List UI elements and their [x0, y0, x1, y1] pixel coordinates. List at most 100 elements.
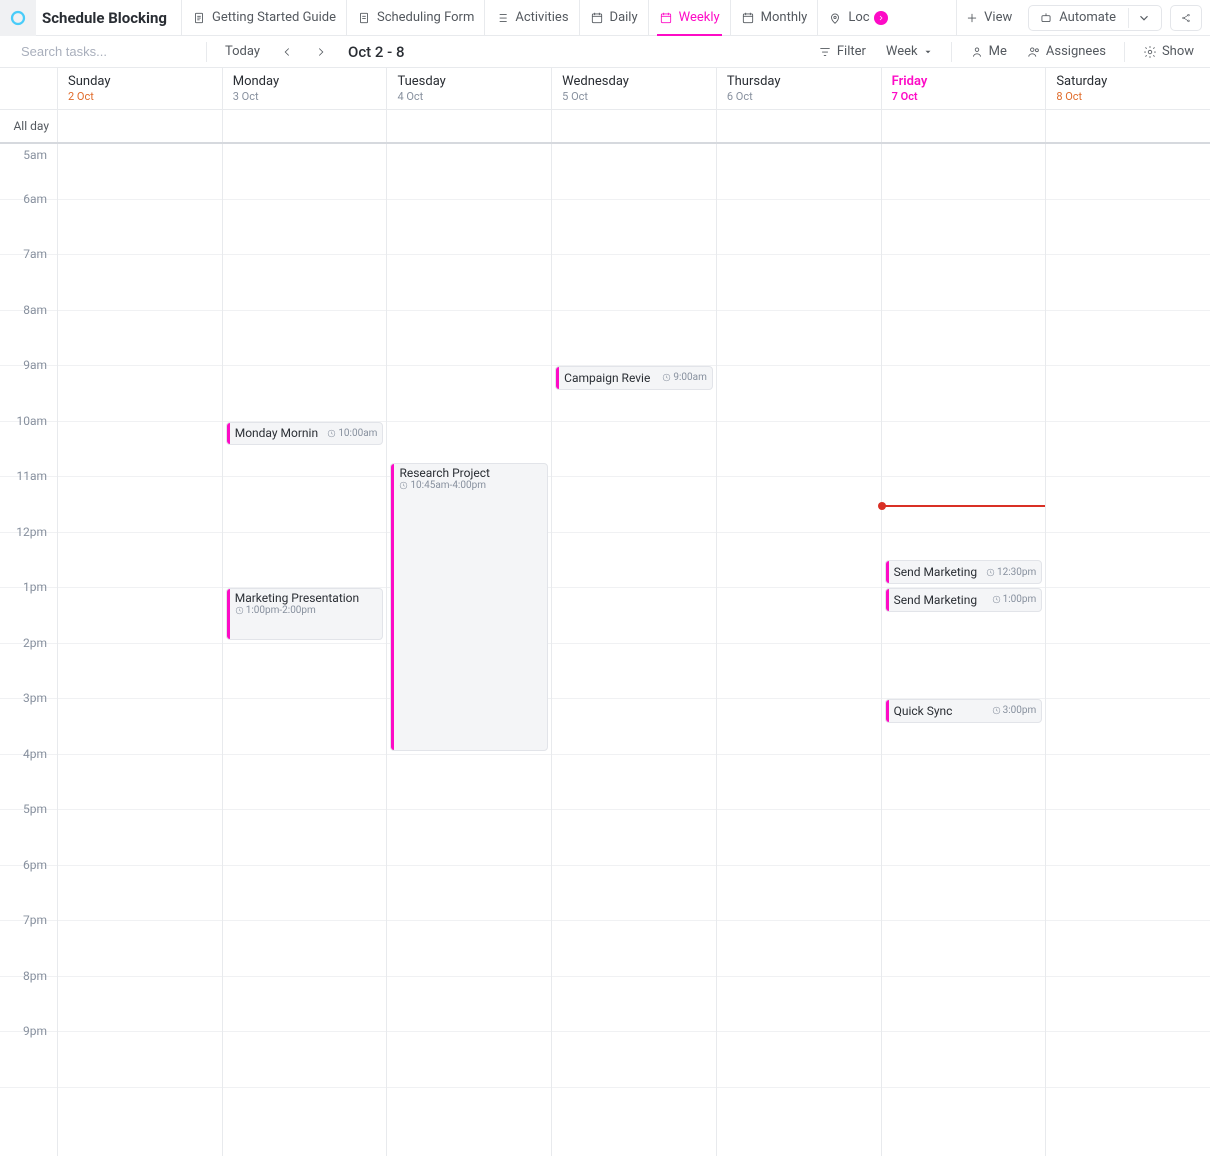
- app-logo[interactable]: [0, 0, 36, 36]
- next-button[interactable]: [306, 41, 336, 63]
- event-title: Research Project: [399, 466, 542, 480]
- prev-button[interactable]: [272, 41, 302, 63]
- day-header-row: Sunday2 OctMonday3 OctTuesday4 OctWednes…: [0, 68, 1210, 110]
- assignees-button[interactable]: Assignees: [1019, 40, 1114, 63]
- hour-label: 12pm: [0, 525, 57, 580]
- event-time: 12:30pm: [986, 567, 1036, 578]
- tab-label: Scheduling Form: [377, 10, 474, 25]
- day-column[interactable]: Research Project10:45am-4:00pm: [386, 144, 551, 1156]
- day-header[interactable]: Saturday8 Oct: [1045, 68, 1210, 109]
- caret-down-icon: [923, 47, 933, 57]
- day-header[interactable]: Wednesday5 Oct: [551, 68, 716, 109]
- hour-label: 4pm: [0, 747, 57, 802]
- day-name: Monday: [233, 74, 377, 89]
- day-header[interactable]: Tuesday4 Oct: [386, 68, 551, 109]
- hour-label: 7pm: [0, 913, 57, 968]
- share-button[interactable]: [1170, 5, 1202, 31]
- list-icon: [495, 11, 509, 25]
- tab-scheduling-form[interactable]: Scheduling Form: [346, 0, 484, 36]
- day-column[interactable]: [57, 144, 222, 1156]
- tab-getting-started-guide[interactable]: Getting Started Guide: [181, 0, 346, 36]
- hour-label: 5pm: [0, 802, 57, 857]
- day-date: 3 Oct: [233, 90, 377, 103]
- allday-cell[interactable]: [1045, 110, 1210, 142]
- hour-label: 8am: [0, 303, 57, 358]
- cal-icon: [590, 11, 604, 25]
- day-header[interactable]: Monday3 Oct: [222, 68, 387, 109]
- cal-icon: [741, 11, 755, 25]
- tab-daily[interactable]: Daily: [579, 0, 648, 36]
- allday-cell[interactable]: [551, 110, 716, 142]
- view-tabs: Getting Started Guide Scheduling Form Acti…: [181, 0, 956, 36]
- automate-button[interactable]: Automate: [1028, 5, 1162, 31]
- form-icon: [357, 11, 371, 25]
- calendar-event[interactable]: Quick Sync3:00pm: [885, 699, 1043, 723]
- hour-label: 3pm: [0, 691, 57, 746]
- doc-icon: [192, 11, 206, 25]
- day-column[interactable]: [1045, 144, 1210, 1156]
- hour-label: 9pm: [0, 1024, 57, 1079]
- filter-button[interactable]: Filter: [810, 40, 874, 63]
- calendar-grid[interactable]: 5am6am7am8am9am10am11am12pm1pm2pm3pm4pm5…: [0, 144, 1210, 1156]
- date-range: Oct 2 - 8: [348, 43, 405, 61]
- day-name: Thursday: [727, 74, 871, 89]
- calendar-event[interactable]: Send Marketing1:00pm: [885, 588, 1043, 612]
- search-tasks[interactable]: [8, 40, 196, 63]
- allday-cell[interactable]: [222, 110, 387, 142]
- automate-label: Automate: [1059, 10, 1116, 25]
- allday-cell[interactable]: [716, 110, 881, 142]
- day-header[interactable]: Friday7 Oct: [881, 68, 1046, 109]
- event-title: Monday Mornin: [235, 426, 318, 440]
- day-name: Sunday: [68, 74, 212, 89]
- day-column[interactable]: Monday Mornin10:00am Marketing Presentati…: [222, 144, 387, 1156]
- allday-cell[interactable]: [881, 110, 1046, 142]
- day-date: 8 Oct: [1056, 90, 1200, 103]
- tab-loc[interactable]: Loc: [817, 0, 897, 36]
- person-icon: [970, 45, 984, 59]
- day-header[interactable]: Sunday2 Oct: [57, 68, 222, 109]
- today-button[interactable]: Today: [217, 40, 268, 63]
- calendar-event[interactable]: Send Marketing12:30pm: [885, 560, 1043, 584]
- day-column[interactable]: [716, 144, 881, 1156]
- hour-label: 5am: [0, 144, 57, 199]
- tab-monthly[interactable]: Monthly: [730, 0, 818, 36]
- day-column[interactable]: Campaign Revie9:00am: [551, 144, 716, 1156]
- allday-cell[interactable]: [57, 110, 222, 142]
- day-column[interactable]: Send Marketing12:30pm Send Marketing1:00p…: [881, 144, 1046, 1156]
- tab-label: Weekly: [679, 10, 720, 25]
- day-name: Wednesday: [562, 74, 706, 89]
- day-date: 6 Oct: [727, 90, 871, 103]
- calendar-event[interactable]: Monday Mornin10:00am: [226, 422, 384, 446]
- day-date: 5 Oct: [562, 90, 706, 103]
- now-indicator: [882, 505, 1046, 507]
- day-date: 2 Oct: [68, 90, 212, 103]
- calendar-event[interactable]: Research Project10:45am-4:00pm: [390, 463, 548, 750]
- share-icon: [1181, 11, 1191, 25]
- event-time: 1:00pm-2:00pm: [235, 605, 378, 616]
- tab-label: Loc: [848, 10, 869, 25]
- tab-label: Activities: [515, 10, 568, 25]
- allday-label: All day: [0, 110, 57, 142]
- tab-activities[interactable]: Activities: [484, 0, 578, 36]
- day-date: 4 Oct: [397, 90, 541, 103]
- add-view-button[interactable]: View: [956, 0, 1020, 36]
- hour-label: 7am: [0, 247, 57, 302]
- top-bar: Schedule Blocking Getting Started GuideS…: [0, 0, 1210, 36]
- chevron-down-icon: [1137, 11, 1151, 25]
- hour-label: 9am: [0, 358, 57, 413]
- chevron-left-icon: [280, 45, 294, 59]
- week-dropdown[interactable]: Week: [878, 40, 941, 63]
- search-input[interactable]: [21, 44, 197, 59]
- tab-label: Monthly: [761, 10, 808, 25]
- tab-label: Getting Started Guide: [212, 10, 336, 25]
- allday-cell[interactable]: [386, 110, 551, 142]
- day-name: Friday: [892, 74, 1036, 89]
- day-header[interactable]: Thursday6 Oct: [716, 68, 881, 109]
- event-title: Marketing Presentation: [235, 591, 378, 605]
- calendar-event[interactable]: Campaign Revie9:00am: [555, 366, 713, 390]
- me-button[interactable]: Me: [962, 40, 1015, 63]
- day-name: Tuesday: [397, 74, 541, 89]
- calendar-event[interactable]: Marketing Presentation1:00pm-2:00pm: [226, 588, 384, 640]
- show-button[interactable]: Show: [1135, 40, 1202, 63]
- tab-weekly[interactable]: Weekly: [648, 0, 730, 36]
